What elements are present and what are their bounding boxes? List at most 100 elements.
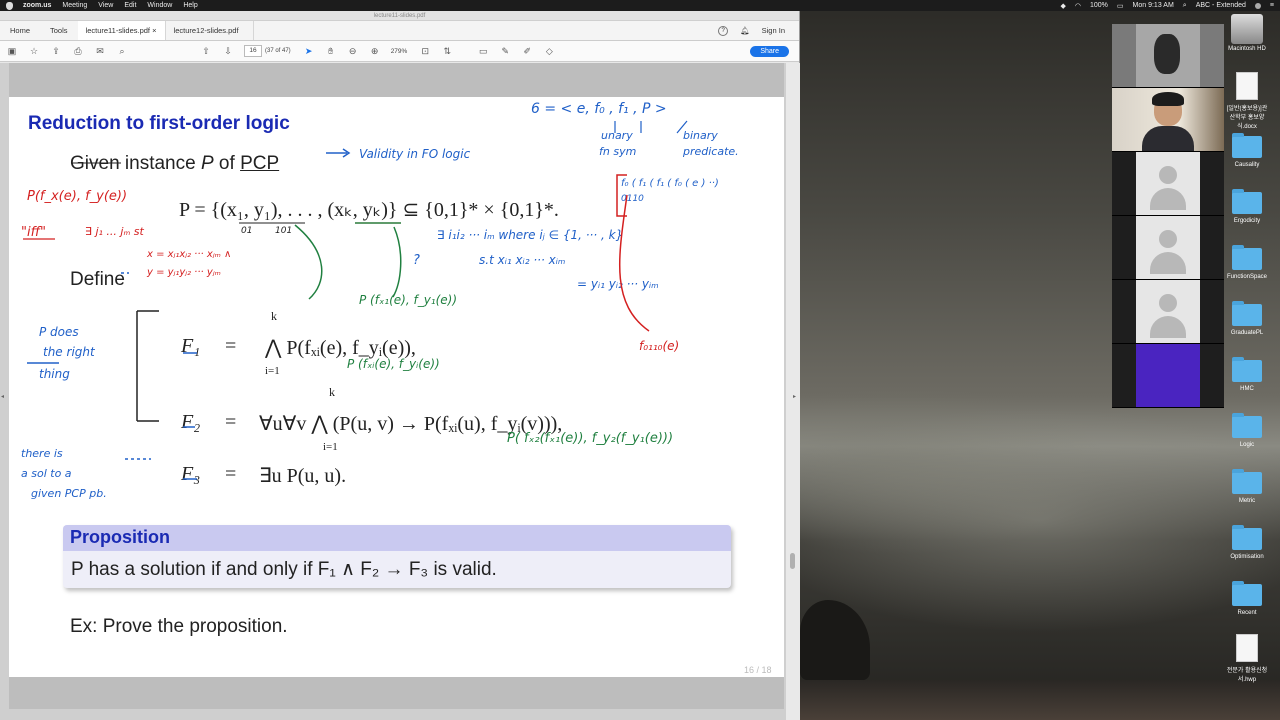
avatar-head bbox=[1159, 230, 1177, 248]
participant-tile-1[interactable] bbox=[1112, 24, 1224, 88]
scrollbar-thumb[interactable] bbox=[790, 553, 795, 569]
comment-icon[interactable]: ▭ bbox=[477, 45, 489, 57]
green-arrow-2 bbox=[392, 226, 402, 298]
save-icon[interactable]: ▣ bbox=[6, 45, 18, 57]
desktop-icon-label: HMC bbox=[1240, 386, 1254, 392]
page-up-icon[interactable]: ⇧ bbox=[200, 45, 212, 57]
desktop-icon-graduatepl[interactable]: GraduatePL bbox=[1226, 301, 1268, 336]
document-icon bbox=[1236, 634, 1258, 662]
upload-icon[interactable]: ⇪ bbox=[50, 45, 62, 57]
battery-label[interactable]: 100% bbox=[1090, 2, 1108, 9]
desktop-icon-label: Logic bbox=[1239, 442, 1255, 448]
siri-icon[interactable] bbox=[1254, 2, 1261, 9]
vertical-scrollbar[interactable] bbox=[786, 63, 800, 720]
given-prefix: Given instance bbox=[70, 153, 201, 174]
desktop-icon-macintosh-hd[interactable]: Macintosh HD bbox=[1226, 14, 1268, 52]
zoom-in-icon[interactable]: ⊕ bbox=[369, 45, 381, 57]
pen-icon[interactable]: ✎ bbox=[499, 45, 511, 57]
desktop-icon-optimisation[interactable]: Optimisation bbox=[1226, 525, 1268, 560]
scroll-mode-icon[interactable]: ⇅ bbox=[441, 45, 453, 57]
f1-k: k bbox=[271, 309, 277, 323]
participant-tile-3[interactable] bbox=[1112, 152, 1224, 216]
zoom-gallery-panel[interactable] bbox=[1112, 24, 1224, 408]
menu-help[interactable]: Help bbox=[183, 2, 197, 9]
folder-icon bbox=[1232, 581, 1262, 606]
annot-green-pi: P (fₓᵢ(e), f_yᵢ(e)) bbox=[347, 357, 440, 371]
desktop-icon-metric[interactable]: Metric bbox=[1226, 469, 1268, 504]
control-center-icon[interactable]: ≡ bbox=[1270, 2, 1274, 9]
left-panel-arrow-icon[interactable]: ◂ bbox=[1, 393, 4, 400]
input-source-label[interactable]: ABC - Extended bbox=[1196, 2, 1246, 9]
menu-view[interactable]: View bbox=[98, 2, 113, 9]
participant-tile-6[interactable] bbox=[1112, 344, 1224, 408]
desktop-icon-label: 전문가 활용신청 서.hwp bbox=[1226, 668, 1268, 683]
dotted-links bbox=[121, 272, 151, 460]
desktop-icon-label: Optimisation bbox=[1230, 554, 1264, 560]
highlight-icon[interactable]: ✐ bbox=[521, 45, 533, 57]
right-panel-arrow-icon[interactable]: ▸ bbox=[793, 393, 796, 400]
tab-lecture12[interactable]: lecture12-slides.pdf bbox=[166, 21, 254, 40]
tab-home[interactable]: Home bbox=[0, 21, 40, 40]
f2-lhs: F₂ bbox=[181, 411, 201, 433]
desktop-icon-ergodicity[interactable]: Ergodicity bbox=[1226, 189, 1268, 224]
tab-lecture11[interactable]: lecture11-slides.pdf × bbox=[77, 21, 166, 40]
zoom-out-icon[interactable]: ⊖ bbox=[347, 45, 359, 57]
desktop-icon-hwp[interactable]: 전문가 활용신청 서.hwp bbox=[1226, 634, 1268, 683]
sign-in-button[interactable]: Sign In bbox=[762, 26, 785, 35]
dropbox-icon[interactable]: ◆ bbox=[1061, 2, 1066, 10]
mail-icon[interactable]: ✉ bbox=[94, 45, 106, 57]
avatar-body bbox=[1150, 252, 1186, 274]
help-icon[interactable]: ? bbox=[718, 25, 729, 36]
search-icon[interactable]: ⌕ bbox=[1183, 2, 1187, 10]
annot-signature: 6 = < e, f₀ , f₁ , P > bbox=[531, 101, 667, 117]
fit-page-icon[interactable]: ⊡ bbox=[419, 45, 431, 57]
battery-icon[interactable]: ▭ bbox=[1117, 2, 1124, 10]
annot-exists-indices: ∃ i₁i₂ ··· iₘ where iⱼ ∈ {1, ··· , k} bbox=[437, 228, 624, 242]
share-button[interactable]: Share bbox=[750, 45, 789, 57]
menu-bar: zoom.us Meeting View Edit Window Help ◆ … bbox=[0, 0, 1280, 11]
tab-tools[interactable]: Tools bbox=[40, 21, 78, 40]
datetime-label[interactable]: Mon 9:13 AM bbox=[1133, 2, 1174, 9]
f3-eq: = bbox=[225, 463, 237, 485]
f1-i: i=1 bbox=[265, 365, 280, 377]
page-number-input[interactable]: 16 bbox=[244, 45, 262, 57]
desktop-icon-label: Ergodicity bbox=[1233, 218, 1261, 224]
desktop-icon-recent[interactable]: Recent bbox=[1226, 581, 1268, 616]
avatar bbox=[1136, 280, 1200, 343]
star-icon[interactable]: ☆ bbox=[28, 45, 40, 57]
participant-tile-5[interactable] bbox=[1112, 280, 1224, 344]
annot-p-fx-fy: P(f_x(e), f_y(e)) bbox=[27, 189, 128, 204]
desktop-icon-docx[interactable]: [일반(홍보용)]관산학부 홍보양식.docx bbox=[1226, 72, 1268, 130]
participant-tile-2[interactable] bbox=[1112, 88, 1224, 152]
desktop-icon-logic[interactable]: Logic bbox=[1226, 413, 1268, 448]
desktop-icon-causality[interactable]: Causality bbox=[1226, 133, 1268, 168]
wifi-icon[interactable]: ◠ bbox=[1075, 2, 1081, 10]
menu-meeting[interactable]: Meeting bbox=[62, 2, 87, 9]
zoom-level-select[interactable]: 279% bbox=[391, 48, 408, 55]
annot-green-p2: P( fₓ₂(fₓ₁(e)), f_y₂(f_y₁(e))) bbox=[507, 431, 674, 446]
toolbar: ▣ ☆ ⇪ ⎙ ✉ ⌕ ⇧ ⇩ 16 (37 of 47) ➤ ✋︎ ⊖ ⊕ 2… bbox=[0, 41, 799, 62]
participant-tile-4[interactable] bbox=[1112, 216, 1224, 280]
bell-icon[interactable]: 🔔︎ bbox=[740, 26, 750, 35]
annot-thing: thing bbox=[39, 367, 70, 381]
menu-app[interactable]: zoom.us bbox=[23, 2, 51, 9]
print-icon[interactable]: ⎙ bbox=[72, 45, 84, 57]
desktop-icon-functionspace[interactable]: FunctionSpace bbox=[1226, 245, 1268, 280]
zoom-search-icon[interactable]: ⌕ bbox=[116, 45, 128, 57]
menu-window[interactable]: Window bbox=[147, 2, 172, 9]
sign-icon[interactable]: ◇ bbox=[543, 45, 555, 57]
folder-icon bbox=[1232, 525, 1262, 550]
apple-icon[interactable] bbox=[6, 1, 13, 10]
document-icon bbox=[1236, 72, 1258, 100]
document-area[interactable]: ◂ Reduction to first-order logic Given i… bbox=[0, 63, 800, 720]
desktop-icon-hmc[interactable]: HMC bbox=[1226, 357, 1268, 392]
cursor-icon[interactable]: ➤ bbox=[303, 45, 315, 57]
proposition-box: Proposition P has a solution if and only… bbox=[63, 525, 731, 588]
close-icon[interactable]: × bbox=[152, 26, 156, 35]
define-label: Define bbox=[70, 269, 125, 290]
menu-edit[interactable]: Edit bbox=[124, 2, 136, 9]
proposition-body: P has a solution if and only if F₁ ∧ F₂ … bbox=[71, 559, 497, 580]
page-down-icon[interactable]: ⇩ bbox=[222, 45, 234, 57]
hand-icon[interactable]: ✋︎ bbox=[325, 45, 337, 57]
tab-bar: Home Tools lecture11-slides.pdf × lectur… bbox=[0, 21, 799, 41]
